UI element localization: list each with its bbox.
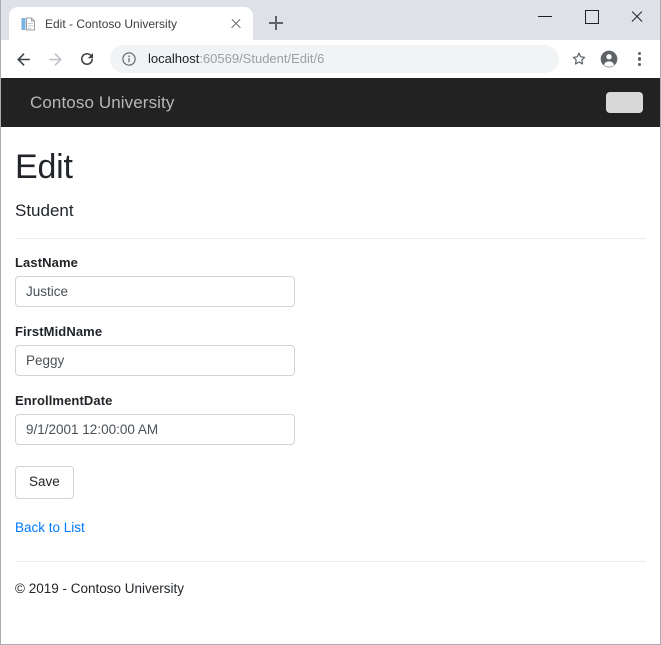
navbar-toggler-icon[interactable] bbox=[606, 92, 643, 113]
back-link-container: Back to List bbox=[15, 519, 646, 537]
lastname-input[interactable] bbox=[15, 276, 295, 307]
enrollmentdate-input[interactable] bbox=[15, 414, 295, 445]
enrollmentdate-label: EnrollmentDate bbox=[15, 393, 646, 408]
close-icon[interactable] bbox=[227, 15, 245, 33]
main-container: Edit Student LastName FirstMidName Enrol… bbox=[1, 147, 660, 596]
tab-strip: Edit - Contoso University bbox=[1, 0, 660, 40]
url-path: :60569/Student/Edit/6 bbox=[199, 51, 324, 66]
url-text: localhost:60569/Student/Edit/6 bbox=[148, 51, 324, 67]
back-to-list-link[interactable]: Back to List bbox=[15, 520, 85, 535]
tab-title: Edit - Contoso University bbox=[45, 16, 221, 32]
form-group-lastname: LastName bbox=[15, 255, 646, 307]
footer-divider bbox=[15, 561, 646, 562]
address-bar[interactable]: localhost:60569/Student/Edit/6 bbox=[110, 45, 559, 73]
document-icon bbox=[20, 16, 36, 32]
page-subtitle: Student bbox=[15, 201, 646, 221]
form-group-enrollmentdate: EnrollmentDate bbox=[15, 393, 646, 445]
footer-text: © 2019 - Contoso University bbox=[15, 581, 646, 596]
maximize-icon[interactable] bbox=[568, 0, 614, 32]
reload-icon[interactable] bbox=[72, 44, 102, 74]
window-controls bbox=[522, 0, 660, 32]
three-dot-menu-icon[interactable] bbox=[625, 45, 653, 73]
forward-arrow-icon bbox=[40, 44, 70, 74]
profile-avatar-icon[interactable] bbox=[595, 45, 623, 73]
star-icon[interactable] bbox=[565, 45, 593, 73]
minimize-icon[interactable] bbox=[522, 0, 568, 32]
navbar-brand[interactable]: Contoso University bbox=[30, 93, 606, 113]
plus-icon[interactable] bbox=[262, 9, 290, 37]
page-title: Edit bbox=[15, 147, 646, 188]
site-navbar: Contoso University bbox=[1, 78, 660, 127]
edit-student-form: LastName FirstMidName EnrollmentDate Sav… bbox=[15, 255, 646, 499]
form-group-firstmidname: FirstMidName bbox=[15, 324, 646, 376]
browser-toolbar: localhost:60569/Student/Edit/6 bbox=[1, 40, 660, 78]
firstmidname-input[interactable] bbox=[15, 345, 295, 376]
browser-window: Edit - Contoso University bbox=[0, 0, 661, 645]
close-icon[interactable] bbox=[614, 0, 660, 32]
firstmidname-label: FirstMidName bbox=[15, 324, 646, 339]
save-button[interactable]: Save bbox=[15, 466, 74, 499]
url-host: localhost bbox=[148, 51, 199, 66]
page-content: Contoso University Edit Student LastName… bbox=[1, 78, 660, 644]
title-divider bbox=[15, 238, 646, 239]
lastname-label: LastName bbox=[15, 255, 646, 270]
browser-tab-active[interactable]: Edit - Contoso University bbox=[9, 7, 253, 40]
info-circle-icon[interactable] bbox=[121, 51, 137, 67]
back-arrow-icon[interactable] bbox=[8, 44, 38, 74]
